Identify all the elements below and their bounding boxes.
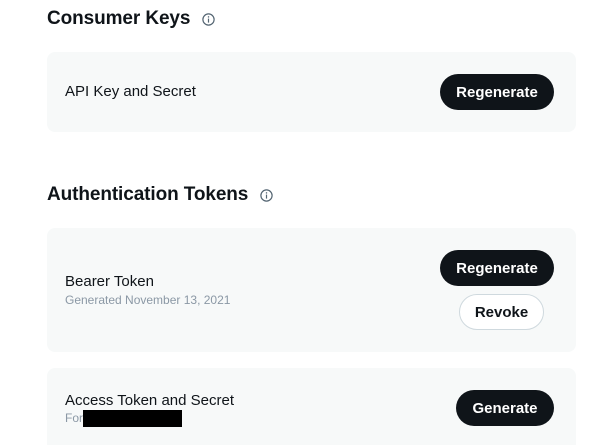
api-key-regenerate-button[interactable]: Regenerate: [440, 74, 554, 110]
bearer-token-generated-date: Generated November 13, 2021: [65, 293, 231, 307]
access-token-label: Access Token and Secret: [65, 392, 234, 409]
api-key-label: API Key and Secret: [65, 83, 196, 100]
bearer-token-regenerate-button[interactable]: Regenerate: [440, 250, 554, 286]
info-circle-icon[interactable]: [260, 188, 273, 202]
consumer-keys-heading: Consumer Keys: [47, 8, 216, 30]
consumer-keys-title: Consumer Keys: [47, 8, 191, 29]
authentication-tokens-heading: Authentication Tokens: [47, 184, 273, 206]
access-token-owner-label: For: [65, 411, 83, 425]
access-token-card: Access Token and Secret For Generate: [47, 368, 576, 445]
access-token-generate-button[interactable]: Generate: [456, 390, 554, 426]
developer-keys-page: Consumer Keys API Key and Secret Regener…: [0, 0, 610, 445]
authentication-tokens-title: Authentication Tokens: [47, 184, 249, 205]
bearer-token-revoke-button[interactable]: Revoke: [459, 294, 544, 330]
bearer-token-label: Bearer Token: [65, 273, 154, 290]
redacted-username: [83, 410, 182, 427]
api-key-card: API Key and Secret Regenerate: [47, 52, 576, 132]
bearer-token-card: Bearer Token Generated November 13, 2021…: [47, 228, 576, 352]
info-circle-icon[interactable]: [202, 12, 216, 26]
